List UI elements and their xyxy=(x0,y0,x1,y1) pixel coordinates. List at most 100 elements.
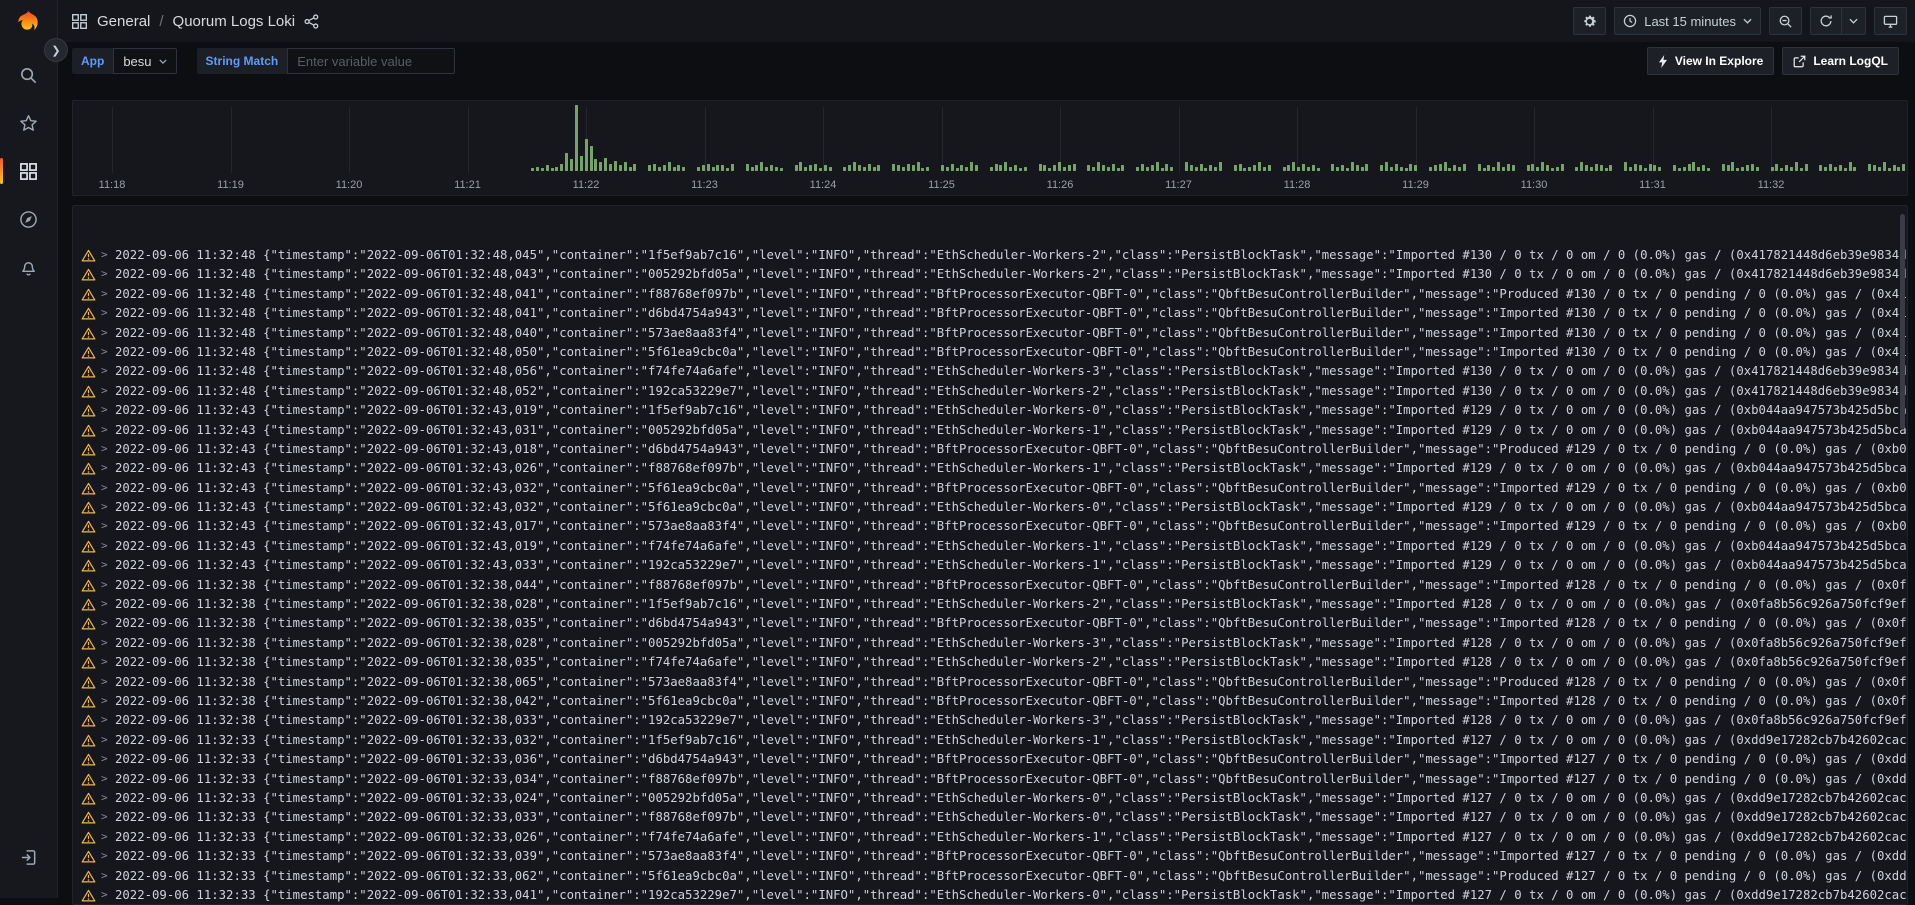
log-row[interactable]: >2022-09-06 11:32:33 {"timestamp":"2022-… xyxy=(73,847,1907,866)
log-row[interactable]: >2022-09-06 11:32:48 {"timestamp":"2022-… xyxy=(73,304,1907,323)
log-volume-bar xyxy=(697,167,700,171)
log-volume-bar xyxy=(1141,164,1144,171)
log-volume-bar xyxy=(1624,162,1627,171)
log-volume-bar xyxy=(1068,165,1071,171)
expand-chevron-icon: > xyxy=(101,675,108,688)
search-icon[interactable] xyxy=(0,58,57,92)
log-volume-bar xyxy=(1541,162,1544,171)
variable-string-match: String Match xyxy=(197,48,456,74)
log-row[interactable]: >2022-09-06 11:32:33 {"timestamp":"2022-… xyxy=(73,808,1907,827)
log-row[interactable]: >2022-09-06 11:32:48 {"timestamp":"2022-… xyxy=(73,246,1907,265)
log-row[interactable]: >2022-09-06 11:32:33 {"timestamp":"2022-… xyxy=(73,789,1907,808)
log-volume-bar xyxy=(1092,167,1095,171)
log-row[interactable]: >2022-09-06 11:32:38 {"timestamp":"2022-… xyxy=(73,692,1907,711)
logs-scrollbar-thumb[interactable] xyxy=(1900,214,1905,429)
log-volume-bar xyxy=(653,164,656,171)
breadcrumb-dashboard-title[interactable]: Quorum Logs Loki xyxy=(173,13,296,30)
log-volume-bar xyxy=(1551,168,1554,171)
log-volume-bar xyxy=(848,165,851,171)
log-row[interactable]: >2022-09-06 11:32:48 {"timestamp":"2022-… xyxy=(73,265,1907,284)
share-icon[interactable] xyxy=(304,14,319,29)
learn-logql-button[interactable]: Learn LogQL xyxy=(1782,47,1899,75)
log-row[interactable]: >2022-09-06 11:32:43 {"timestamp":"2022-… xyxy=(73,440,1907,459)
log-volume-bar xyxy=(1287,165,1290,171)
sidebar-expand-toggle[interactable]: ❯ xyxy=(44,38,68,62)
log-row[interactable]: >2022-09-06 11:32:38 {"timestamp":"2022-… xyxy=(73,634,1907,653)
log-row[interactable]: >2022-09-06 11:32:43 {"timestamp":"2022-… xyxy=(73,459,1907,478)
cycle-view-mode-button[interactable] xyxy=(1874,7,1907,35)
log-volume-bar xyxy=(1292,162,1295,171)
log-row[interactable]: >2022-09-06 11:32:33 {"timestamp":"2022-… xyxy=(73,750,1907,769)
warning-icon xyxy=(81,462,96,475)
x-tick-label: 11:19 xyxy=(206,179,256,191)
log-row[interactable]: >2022-09-06 11:32:43 {"timestamp":"2022-… xyxy=(73,556,1907,575)
log-volume-bar xyxy=(1361,167,1364,171)
explore-compass-icon[interactable] xyxy=(0,202,57,236)
gridline xyxy=(1771,107,1772,173)
log-volume-bar xyxy=(1365,164,1368,171)
starred-icon[interactable] xyxy=(0,106,57,140)
log-row[interactable]: >2022-09-06 11:32:43 {"timestamp":"2022-… xyxy=(73,517,1907,536)
log-volume-bar xyxy=(1351,162,1354,171)
log-line-text: 2022-09-06 11:32:43 {"timestamp":"2022-0… xyxy=(115,558,1907,572)
log-row[interactable]: >2022-09-06 11:32:33 {"timestamp":"2022-… xyxy=(73,731,1907,750)
warning-icon xyxy=(81,424,96,437)
time-range-picker[interactable]: Last 15 minutes xyxy=(1614,7,1761,35)
log-row[interactable]: >2022-09-06 11:32:38 {"timestamp":"2022-… xyxy=(73,614,1907,633)
log-row[interactable]: >2022-09-06 11:32:43 {"timestamp":"2022-… xyxy=(73,498,1907,517)
log-row[interactable]: >2022-09-06 11:32:33 {"timestamp":"2022-… xyxy=(73,828,1907,847)
log-row[interactable]: >2022-09-06 11:32:43 {"timestamp":"2022-… xyxy=(73,479,1907,498)
log-row[interactable]: >2022-09-06 11:32:38 {"timestamp":"2022-… xyxy=(73,653,1907,672)
log-row[interactable]: >2022-09-06 11:32:43 {"timestamp":"2022-… xyxy=(73,401,1907,420)
log-volume-bar xyxy=(609,164,612,171)
log-volume-bar xyxy=(531,168,534,171)
log-volume-bar xyxy=(1200,164,1203,171)
zoom-out-time-button[interactable] xyxy=(1769,7,1802,35)
log-row[interactable]: >2022-09-06 11:32:43 {"timestamp":"2022-… xyxy=(73,537,1907,556)
alerting-bell-icon[interactable] xyxy=(0,250,57,284)
log-row[interactable]: >2022-09-06 11:32:43 {"timestamp":"2022-… xyxy=(73,421,1907,440)
log-row[interactable]: >2022-09-06 11:32:38 {"timestamp":"2022-… xyxy=(73,576,1907,595)
log-volume-bar xyxy=(1688,164,1691,171)
sign-in-icon[interactable] xyxy=(0,840,57,874)
x-tick-label: 11:18 xyxy=(87,179,137,191)
variable-app-select[interactable]: besu xyxy=(113,48,176,74)
log-volume-bar xyxy=(658,167,661,171)
log-volume-bar xyxy=(1492,167,1495,171)
view-in-explore-button[interactable]: View In Explore xyxy=(1647,47,1774,75)
log-row[interactable]: >2022-09-06 11:32:38 {"timestamp":"2022-… xyxy=(73,711,1907,730)
log-volume-bar xyxy=(1019,168,1022,171)
dashboards-icon[interactable] xyxy=(0,154,57,188)
log-volume-bar xyxy=(1702,165,1705,171)
log-volume-bar xyxy=(1546,165,1549,171)
log-row[interactable]: >2022-09-06 11:32:48 {"timestamp":"2022-… xyxy=(73,343,1907,362)
log-line-text: 2022-09-06 11:32:33 {"timestamp":"2022-0… xyxy=(115,733,1907,747)
log-volume-panel[interactable]: 11:1811:1911:2011:2111:2211:2311:2411:25… xyxy=(72,100,1908,196)
log-line-text: 2022-09-06 11:32:48 {"timestamp":"2022-0… xyxy=(115,287,1907,301)
log-volume-bar xyxy=(721,165,724,171)
log-volume-bar xyxy=(912,165,915,171)
log-volume-bar xyxy=(1239,164,1242,171)
warning-icon xyxy=(81,676,96,689)
log-row[interactable]: >2022-09-06 11:32:33 {"timestamp":"2022-… xyxy=(73,867,1907,886)
log-row[interactable]: >2022-09-06 11:32:33 {"timestamp":"2022-… xyxy=(73,886,1907,905)
refresh-button[interactable] xyxy=(1810,7,1842,35)
log-row[interactable]: >2022-09-06 11:32:48 {"timestamp":"2022-… xyxy=(73,324,1907,343)
log-line-text: 2022-09-06 11:32:38 {"timestamp":"2022-0… xyxy=(115,713,1907,727)
log-row[interactable]: >2022-09-06 11:32:48 {"timestamp":"2022-… xyxy=(73,382,1907,401)
log-volume-bar xyxy=(1849,162,1852,171)
log-row[interactable]: >2022-09-06 11:32:48 {"timestamp":"2022-… xyxy=(73,362,1907,381)
dashboard-settings-button[interactable] xyxy=(1573,7,1606,35)
log-line-text: 2022-09-06 11:32:43 {"timestamp":"2022-0… xyxy=(115,442,1907,456)
log-row[interactable]: >2022-09-06 11:32:38 {"timestamp":"2022-… xyxy=(73,595,1907,614)
log-row[interactable]: >2022-09-06 11:32:38 {"timestamp":"2022-… xyxy=(73,673,1907,692)
log-row[interactable]: >2022-09-06 11:32:48 {"timestamp":"2022-… xyxy=(73,285,1907,304)
log-volume-bar xyxy=(702,165,705,171)
grafana-logo-icon[interactable] xyxy=(9,8,47,38)
breadcrumb-folder[interactable]: General xyxy=(97,13,150,30)
log-volume-bar xyxy=(1790,167,1793,171)
refresh-interval-dropdown[interactable] xyxy=(1842,7,1866,35)
expand-chevron-icon: > xyxy=(101,423,108,436)
log-row[interactable]: >2022-09-06 11:32:33 {"timestamp":"2022-… xyxy=(73,770,1907,789)
variable-match-input[interactable] xyxy=(287,48,455,74)
